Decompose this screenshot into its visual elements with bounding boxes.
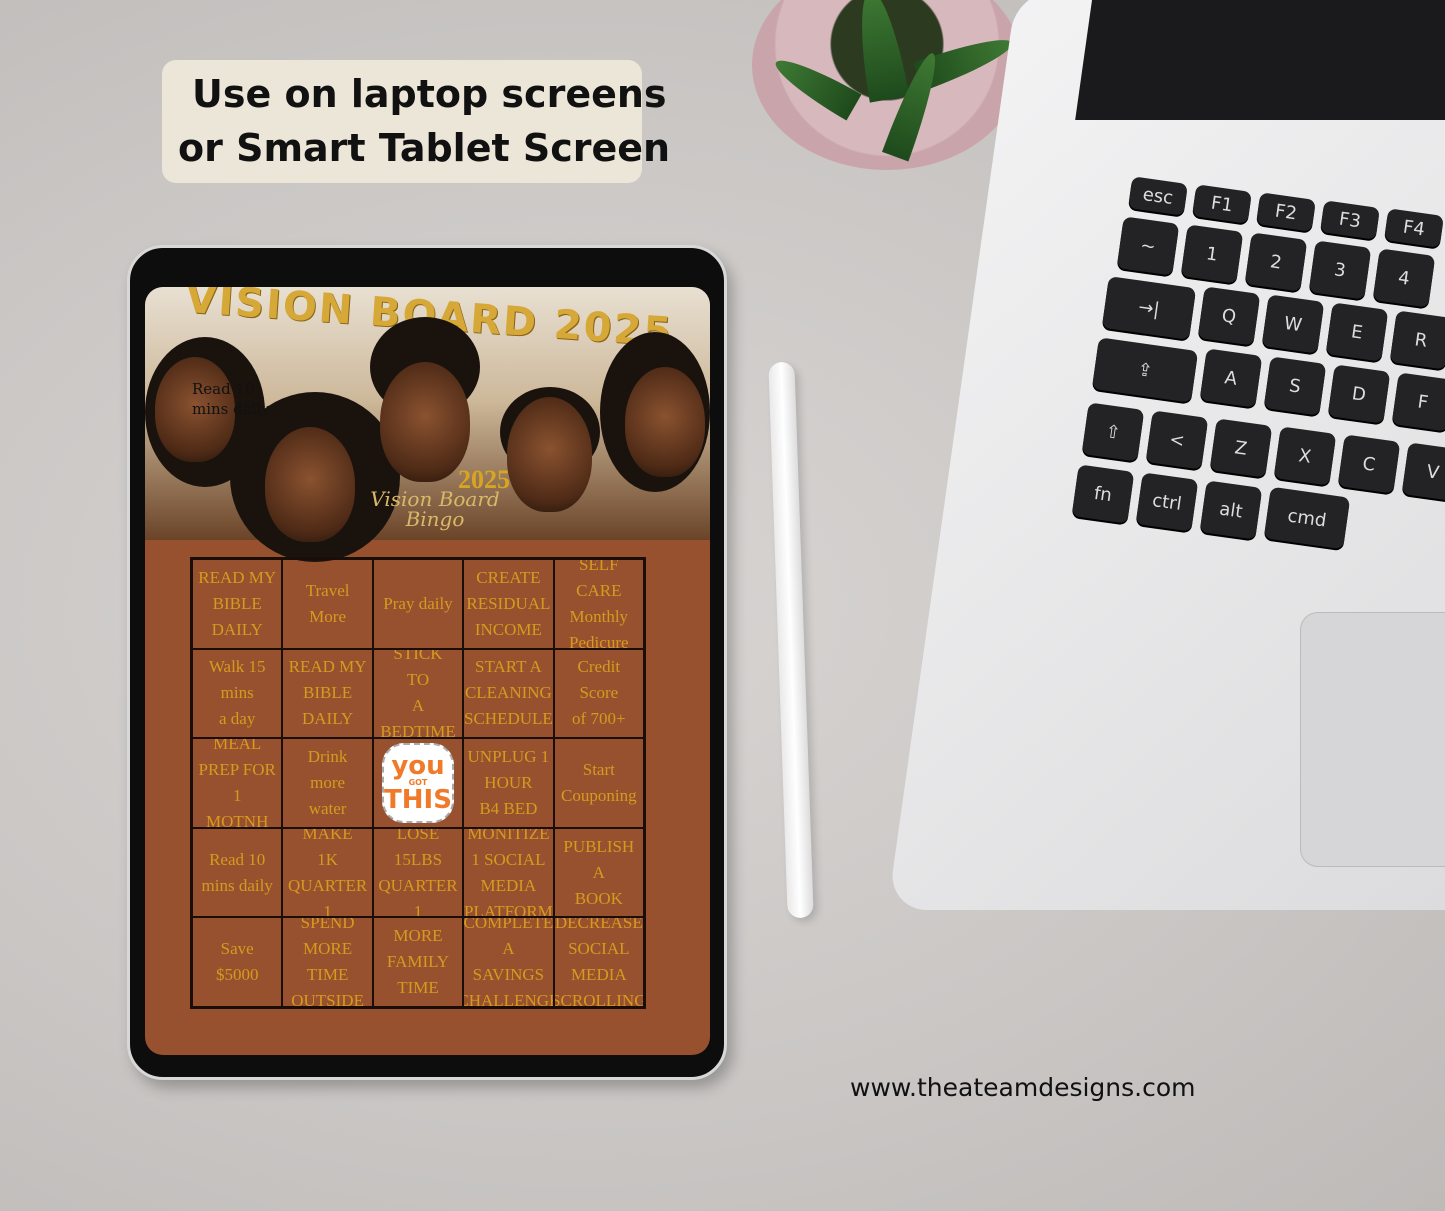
key-4-3[interactable]: X [1273,426,1337,486]
bingo-cell-free[interactable]: you GOT THIS [372,738,464,828]
bingo-cell[interactable]: DECREASE SOCIAL MEDIA SCROLLING [553,917,644,1007]
laptop-keyboard: esc F1 F2 F3 F4 ~1 2 3 4 →| Q W E R ⇪ A S D F ⇧ < Z X C Vfn ctrl a… [1070,170,1445,590]
banner-photo: VISION BOARD 2025 Read 10 mins daily 202… [145,287,710,562]
key-0-1[interactable]: F1 [1192,184,1252,224]
caption-line-1: Use on laptop screens [192,72,667,116]
bingo-cell[interactable]: UNPLUG 1 HOUR B4 BED [463,738,554,828]
bingo-cell[interactable]: Travel More [282,559,373,649]
key-3-1[interactable]: A [1199,348,1263,408]
bingo-cell[interactable]: Drink more water [282,738,373,828]
bingo-cell[interactable]: PUBLISH A BOOK [553,827,644,918]
bingo-cell[interactable]: Save $5000 [192,917,283,1007]
key-4-0[interactable]: ⇧ [1081,402,1145,462]
bingo-cell[interactable]: MAKE 1K QUARTER 1 [282,827,373,918]
bingo-cell[interactable]: LOSE 15LBS QUARTER 1 [372,827,464,918]
overlay-text: Read 10 mins daily [192,380,270,418]
sticker-you: you [391,750,445,781]
key-4-5[interactable]: V [1401,442,1445,502]
key-3-0[interactable]: ⇪ [1091,337,1199,403]
key-2-3[interactable]: E [1325,302,1389,362]
bingo-cell[interactable]: MONITIZE 1 SOCIAL MEDIA PLATFORM [463,827,554,918]
bingo-grid: READ MY BIBLE DAILY Travel More Pray daily… [190,557,646,1009]
key-5-2[interactable]: alt [1199,480,1263,540]
key-5-3[interactable]: cmd [1263,486,1351,550]
key-2-4[interactable]: R [1389,310,1445,370]
key-1-1[interactable]: 1 [1180,224,1244,284]
bingo-cell[interactable]: Start Couponing [553,738,644,828]
key-4-4[interactable]: C [1337,434,1401,494]
key-4-2[interactable]: Z [1209,418,1273,478]
face [625,367,705,477]
bingo-cell[interactable]: MEAL PREP FOR 1 MOTNH [192,738,283,828]
you-got-this-sticker: you GOT THIS [381,742,454,823]
stylus-pencil [768,361,814,919]
face [380,362,470,482]
key-0-2[interactable]: F2 [1256,192,1316,232]
key-2-1[interactable]: Q [1197,286,1261,346]
bingo-cell[interactable]: MORE FAMILY TIME [372,917,464,1007]
key-3-2[interactable]: S [1263,356,1327,416]
laptop-trackpad [1300,612,1445,867]
bingo-cell[interactable]: Walk 15 mins a day [192,648,283,739]
key-0-4[interactable]: F4 [1384,208,1444,248]
caption-line-2: or Smart Tablet Screen [178,126,671,170]
bingo-cell[interactable]: SELF CARE Monthly Pedicure [553,559,644,649]
key-2-0[interactable]: →| [1101,276,1197,340]
bingo-cell[interactable]: READ MY BIBLE DAILY [192,559,283,649]
key-3-3[interactable]: D [1327,364,1391,424]
laptop-screen-edge [1075,0,1445,120]
logo-title: Vision Board Bingo [370,487,500,531]
tablet-screen: VISION BOARD 2025 Read 10 mins daily 202… [145,287,710,1055]
bingo-cell[interactable]: READ MY BIBLE DAILY [282,648,373,739]
key-2-2[interactable]: W [1261,294,1325,354]
bingo-cell[interactable]: COMPLETE A SAVINGS CHALLENGE [463,917,554,1007]
key-0-0[interactable]: esc [1128,176,1188,216]
key-1-4[interactable]: 4 [1372,248,1436,308]
bingo-cell[interactable]: Pray daily [372,559,464,649]
bingo-cell[interactable]: SPEND MORE TIME OUTSIDE [282,917,373,1007]
bingo-cell[interactable]: Credit Score of 700+ [553,648,644,739]
bingo-cell[interactable]: CREATE RESIDUAL INCOME [463,559,554,649]
bingo-cell[interactable]: STICK TO A BEDTIME [372,648,464,739]
key-4-1[interactable]: < [1145,410,1209,470]
key-1-3[interactable]: 3 [1308,240,1372,300]
key-1-2[interactable]: 2 [1244,232,1308,292]
key-5-1[interactable]: ctrl [1135,472,1199,532]
key-5-0[interactable]: fn [1071,464,1135,524]
sticker-this: THIS [384,784,452,815]
caption-box: Use on laptop screens or Smart Tablet Sc… [162,60,670,183]
website-url: www.theateamdesigns.com [850,1073,1196,1102]
key-0-3[interactable]: F3 [1320,200,1380,240]
face [265,427,355,542]
key-3-4[interactable]: F [1391,372,1445,432]
key-1-0[interactable]: ~ [1116,216,1180,276]
bingo-cell[interactable]: START A CLEANING SCHEDULE [463,648,554,739]
bingo-cell[interactable]: Read 10 mins daily [192,827,283,918]
